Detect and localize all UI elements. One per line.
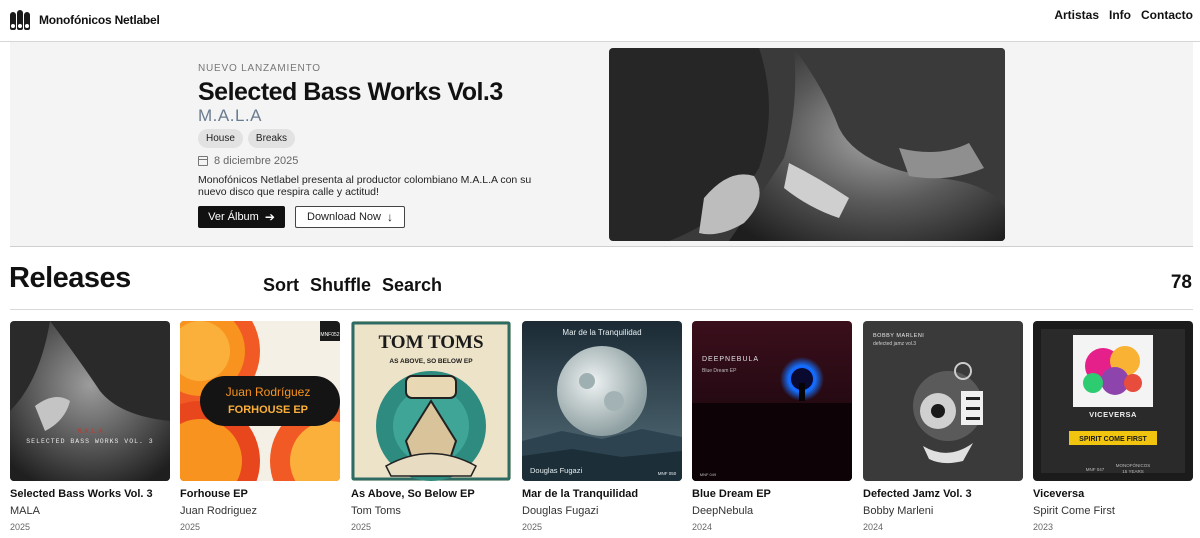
- hero-kicker: NUEVO LANZAMIENTO: [198, 63, 321, 74]
- cover-text: SPIRIT COME FIRST: [1079, 436, 1147, 443]
- cover-text: 15 YEARS: [1122, 469, 1143, 474]
- cover-art: Mar de la Tranquilidad Douglas Fugazi MN…: [522, 321, 682, 481]
- release-title[interactable]: Forhouse EP: [180, 488, 340, 500]
- cover-text: MONOFÓNICOS: [1116, 462, 1151, 468]
- release-card[interactable]: M.A.L.A SELECTED BASS WORKS VOL. 3 Selec…: [10, 321, 170, 532]
- release-cover[interactable]: BOBBY MARLENI defected jamz vol.3: [863, 321, 1023, 481]
- releases-heading: Releases: [9, 262, 131, 294]
- cover-text: TOM TOMS: [378, 332, 483, 353]
- release-card[interactable]: TOM TOMS AS ABOVE, SO BELOW EP As Above,…: [351, 321, 511, 532]
- arrow-right-icon: ➔: [264, 210, 275, 224]
- release-date-text: 8 diciembre 2025: [214, 155, 299, 167]
- cover-text: Douglas Fugazi: [530, 466, 582, 475]
- release-year: 2023: [1033, 522, 1054, 532]
- release-year: 2025: [351, 522, 372, 532]
- logo-icon: [10, 10, 32, 30]
- releases-divider: [10, 309, 1193, 310]
- genre-tags: House Breaks: [198, 129, 296, 148]
- cover-text: AS ABOVE, SO BELOW EP: [389, 358, 473, 365]
- release-title[interactable]: Mar de la Tranquilidad: [522, 488, 682, 500]
- nav-artistas-link[interactable]: Artistas: [1054, 8, 1099, 22]
- cover-text: BOBBY MARLENI: [873, 333, 924, 339]
- release-cover[interactable]: M.A.L.A SELECTED BASS WORKS VOL. 3: [10, 321, 170, 481]
- brand-logo[interactable]: Monofónicos Netlabel: [10, 10, 160, 30]
- calendar-icon: [198, 156, 208, 166]
- view-album-button[interactable]: Ver Álbum ➔: [198, 206, 285, 228]
- cover-text: SELECTED BASS WORKS VOL. 3: [26, 438, 153, 445]
- cover-text: VICEVERSA: [1089, 410, 1137, 419]
- hero-description: Monofónicos Netlabel presenta al product…: [198, 174, 532, 198]
- release-title[interactable]: As Above, So Below EP: [351, 488, 511, 500]
- hero-cover-image[interactable]: [609, 48, 1005, 241]
- release-cover[interactable]: VICEVERSA SPIRIT COME FIRST MNF 047 MONO…: [1033, 321, 1193, 481]
- cover-text: Blue Dream EP: [702, 368, 737, 374]
- release-artist[interactable]: Spirit Come First: [1033, 505, 1193, 517]
- cover-text: defected jamz vol.3: [873, 341, 916, 347]
- release-artist[interactable]: Bobby Marleni: [863, 505, 1023, 517]
- releases-actions: Sort Shuffle Search: [263, 275, 442, 296]
- main-nav: Artistas Info Contacto: [1054, 8, 1193, 22]
- cover-art: VICEVERSA SPIRIT COME FIRST MNF 047 MONO…: [1033, 321, 1193, 481]
- release-card[interactable]: DEEPNEBULA Blue Dream EP MNF 049 Blue Dr…: [692, 321, 852, 532]
- cover-art: M.A.L.A SELECTED BASS WORKS VOL. 3: [10, 321, 170, 481]
- cover-art: DEEPNEBULA Blue Dream EP MNF 049: [692, 321, 852, 481]
- cover-text: MNF 049: [700, 472, 717, 477]
- top-navigation-bar: Monofónicos Netlabel Artistas Info Conta…: [0, 0, 1200, 42]
- hero-photo-illustration: [609, 48, 1005, 241]
- release-card[interactable]: VICEVERSA SPIRIT COME FIRST MNF 047 MONO…: [1033, 321, 1193, 532]
- release-cover[interactable]: MNF052 Juan Rodríguez FORHOUSE EP: [180, 321, 340, 481]
- brand-name: Monofónicos Netlabel: [39, 13, 160, 27]
- cover-text: MNF 050: [658, 471, 677, 476]
- release-card[interactable]: Mar de la Tranquilidad Douglas Fugazi MN…: [522, 321, 682, 532]
- release-cover[interactable]: Mar de la Tranquilidad Douglas Fugazi MN…: [522, 321, 682, 481]
- search-button[interactable]: Search: [382, 275, 442, 296]
- nav-info-link[interactable]: Info: [1109, 8, 1131, 22]
- sort-button[interactable]: Sort: [263, 275, 299, 296]
- release-title[interactable]: Defected Jamz Vol. 3: [863, 488, 1023, 500]
- genre-tag-breaks[interactable]: Breaks: [247, 129, 296, 148]
- cover-text: FORHOUSE EP: [228, 404, 308, 416]
- view-album-label: Ver Álbum: [208, 211, 259, 223]
- cover-art: MNF052 Juan Rodríguez FORHOUSE EP: [180, 321, 340, 481]
- release-title[interactable]: Viceversa: [1033, 488, 1193, 500]
- cover-art: TOM TOMS AS ABOVE, SO BELOW EP: [351, 321, 511, 481]
- arrow-down-icon: ↓: [386, 210, 393, 224]
- cover-text: M.A.L.A: [77, 428, 103, 435]
- hero-title: Selected Bass Works Vol.3: [198, 78, 503, 106]
- release-artist[interactable]: DeepNebula: [692, 505, 852, 517]
- release-card[interactable]: MNF052 Juan Rodríguez FORHOUSE EP Forhou…: [180, 321, 340, 532]
- cover-art: BOBBY MARLENI defected jamz vol.3: [863, 321, 1023, 481]
- genre-tag-house[interactable]: House: [198, 129, 243, 148]
- cover-text: MNF 047: [1086, 467, 1105, 472]
- featured-release-hero: NUEVO LANZAMIENTO Selected Bass Works Vo…: [10, 42, 1193, 247]
- release-title[interactable]: Blue Dream EP: [692, 488, 852, 500]
- release-artist[interactable]: Douglas Fugazi: [522, 505, 682, 517]
- hero-artist[interactable]: M.A.L.A: [198, 106, 262, 126]
- release-artist[interactable]: Juan Rodriguez: [180, 505, 340, 517]
- release-artist[interactable]: Tom Toms: [351, 505, 511, 517]
- download-now-button[interactable]: Download Now ↓: [295, 206, 405, 228]
- release-cover[interactable]: DEEPNEBULA Blue Dream EP MNF 049: [692, 321, 852, 481]
- release-cover[interactable]: TOM TOMS AS ABOVE, SO BELOW EP: [351, 321, 511, 481]
- release-card[interactable]: BOBBY MARLENI defected jamz vol.3 Defect…: [863, 321, 1023, 532]
- cover-text: DEEPNEBULA: [702, 356, 759, 363]
- releases-count: 78: [1170, 272, 1192, 293]
- cover-text: Juan Rodríguez: [226, 385, 311, 399]
- shuffle-button[interactable]: Shuffle: [310, 275, 371, 296]
- release-year: 2025: [10, 522, 31, 532]
- cover-text: Mar de la Tranquilidad: [562, 328, 641, 337]
- release-title[interactable]: Selected Bass Works Vol. 3: [10, 488, 170, 500]
- nav-contacto-link[interactable]: Contacto: [1141, 8, 1193, 22]
- release-year: 2024: [692, 522, 713, 532]
- release-date: 8 diciembre 2025: [198, 155, 298, 167]
- release-year: 2025: [180, 522, 201, 532]
- cover-text: MNF052: [320, 332, 339, 338]
- download-now-label: Download Now: [307, 211, 381, 223]
- release-artist[interactable]: MALA: [10, 505, 170, 517]
- release-year: 2024: [863, 522, 884, 532]
- release-year: 2025: [522, 522, 543, 532]
